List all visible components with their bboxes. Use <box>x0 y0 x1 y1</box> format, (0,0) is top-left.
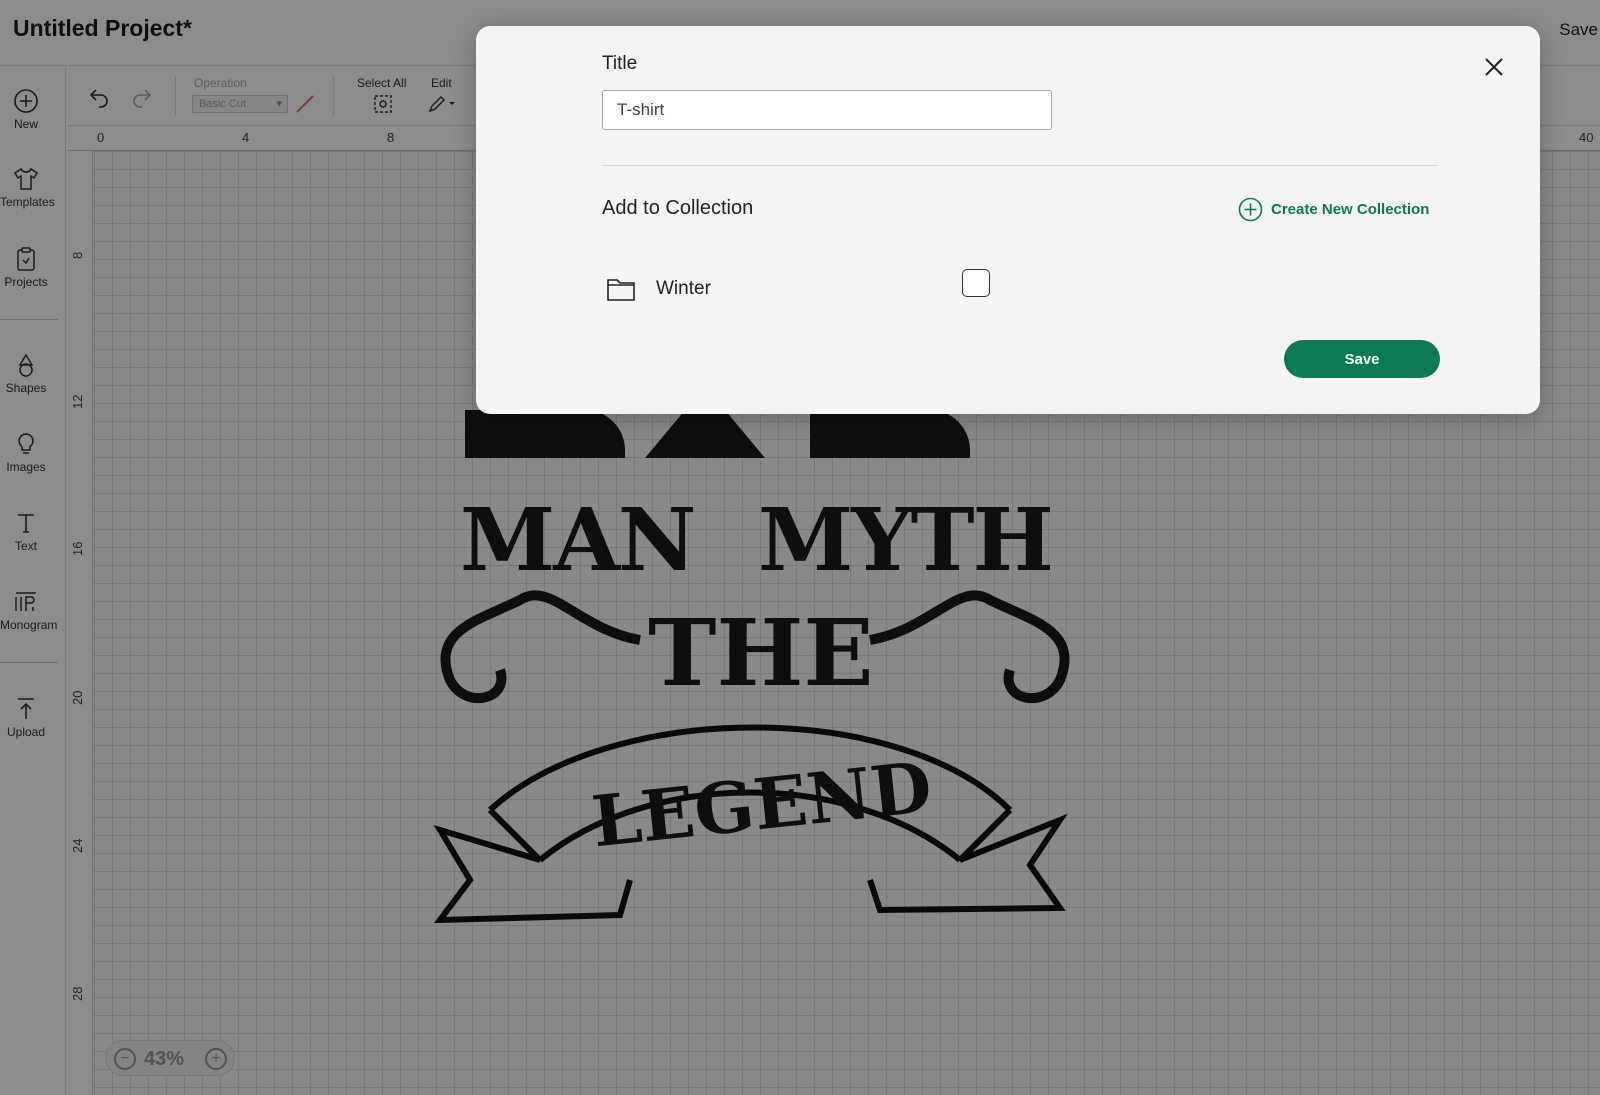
create-new-collection-label: Create New Collection <box>1271 200 1430 218</box>
add-to-collection-label: Add to Collection <box>602 197 754 219</box>
close-icon[interactable] <box>1479 52 1509 82</box>
collection-item: Winter <box>602 266 1002 310</box>
plus-circle-icon <box>1238 197 1263 221</box>
folder-icon <box>607 279 635 301</box>
title-label: Title <box>602 53 638 74</box>
collection-name: Winter <box>656 278 711 299</box>
save-project-dialog: Title Add to Collection Create New Colle… <box>476 26 1540 414</box>
title-input[interactable] <box>602 90 1052 130</box>
save-button[interactable]: Save <box>1284 340 1440 378</box>
dialog-divider <box>602 165 1438 166</box>
create-new-collection-button[interactable]: Create New Collection <box>1238 196 1429 222</box>
collection-checkbox[interactable] <box>962 269 990 297</box>
